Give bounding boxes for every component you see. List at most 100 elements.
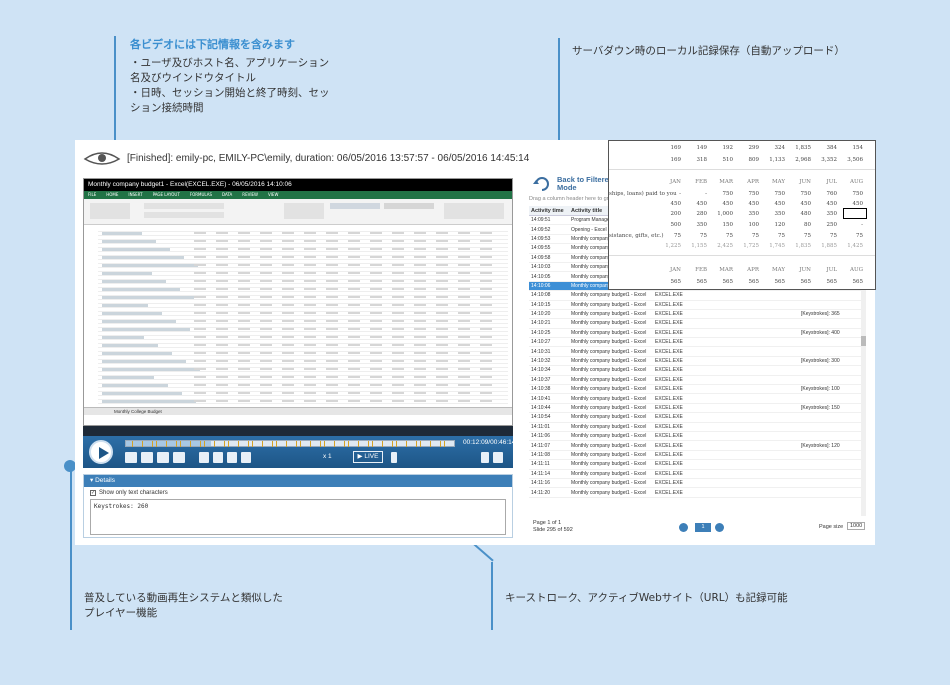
timeline-marker: [396, 441, 397, 447]
page-size-select[interactable]: 1000: [847, 522, 866, 530]
fit-screen-icon[interactable]: [213, 452, 223, 463]
sheet-number-cell: [216, 296, 228, 298]
current-page[interactable]: 1: [695, 523, 711, 532]
column-activity-time[interactable]: Activity time: [529, 208, 571, 214]
step-forward-icon[interactable]: [157, 452, 169, 463]
zoom-icon[interactable]: [199, 452, 209, 463]
next-page-button[interactable]: [715, 523, 724, 532]
grid-icon[interactable]: [227, 452, 237, 463]
selected-cell[interactable]: [843, 208, 867, 219]
table-row[interactable]: 14:10:34 Monthly company budget1 - Excel E…: [529, 366, 863, 376]
sheet-number-cell: [480, 280, 492, 282]
sheet-number-cell: [458, 392, 470, 394]
table-row[interactable]: 14:10:31 Monthly company budget1 - Excel E…: [529, 347, 863, 357]
sheet-number-cell: [260, 320, 272, 322]
zoom-cell: FEB: [695, 179, 707, 185]
sheet-number-cell: [480, 312, 492, 314]
annotation-line: 名及びウインドウタイトル: [130, 72, 256, 84]
speed-label[interactable]: x 1: [323, 453, 332, 460]
zoom-cell: 500: [670, 222, 682, 228]
table-row[interactable]: 14:10:54 Monthly company budget1 - Excel E…: [529, 413, 863, 423]
table-row[interactable]: 14:11:08 Monthly company budget1 - Excel E…: [529, 451, 863, 461]
zoom-cell: JUN: [799, 179, 811, 185]
table-row[interactable]: 14:10:32 Monthly company budget1 - Excel E…: [529, 357, 863, 367]
sheet-number-cell: [392, 344, 404, 346]
sheet-number-cell: [414, 376, 426, 378]
zoom-cell: 750: [852, 191, 864, 197]
fullscreen-icon[interactable]: [493, 452, 503, 463]
sheet-number-cell: [238, 400, 250, 402]
sheet-number-cell: [326, 336, 338, 338]
table-row[interactable]: 14:10:27 Monthly company budget1 - Excel E…: [529, 338, 863, 348]
sheet-number-cell: [194, 392, 206, 394]
keystroke-output[interactable]: Keystrokes: 260: [90, 499, 506, 535]
sheet-number-cell: [392, 336, 404, 338]
sheet-number-cell: [458, 240, 470, 242]
sheet-number-cell: [282, 360, 294, 362]
sheet-number-cell: [260, 312, 272, 314]
table-row[interactable]: 14:11:11 Monthly company budget1 - Excel E…: [529, 460, 863, 470]
timeline-marker: [286, 441, 287, 447]
sheet-number-cell: [480, 264, 492, 266]
table-row[interactable]: 14:10:38 Monthly company budget1 - Excel E…: [529, 385, 863, 395]
video-frame[interactable]: Monthly company budget1 - Excel(EXCEL.EX…: [83, 178, 513, 426]
sheet-number-cell: [282, 280, 294, 282]
cell-app: EXCEL.EXE: [655, 339, 683, 346]
sheet-number-cell: [282, 296, 294, 298]
cell-app: EXCEL.EXE: [655, 461, 683, 468]
sheet-number-cell: [260, 336, 272, 338]
table-row[interactable]: 14:10:20 Monthly company budget1 - Excel E…: [529, 310, 863, 320]
zoom-cell: 750: [748, 191, 760, 197]
sheet-number-cell: [458, 320, 470, 322]
lock-icon[interactable]: [391, 452, 397, 463]
table-row[interactable]: 14:11:06 Monthly company budget1 - Excel E…: [529, 432, 863, 442]
sheet-number-cell: [238, 288, 250, 290]
table-row[interactable]: 14:11:07 Monthly company budget1 - Excel E…: [529, 441, 863, 451]
table-row[interactable]: 14:10:21 Monthly company budget1 - Excel E…: [529, 319, 863, 329]
timeline-track[interactable]: [125, 440, 455, 447]
timeline-progress: [126, 441, 212, 446]
table-row[interactable]: 14:11:01 Monthly company budget1 - Excel E…: [529, 423, 863, 432]
sheet-number-cell: [392, 264, 404, 266]
live-button[interactable]: ▶ LIVE: [353, 451, 383, 463]
table-row[interactable]: 14:10:08 Monthly company budget1 - Excel E…: [529, 291, 863, 301]
cell-title: Monthly company budget1 - Excel: [571, 414, 647, 421]
sheet-tab: Monthly College Budget: [114, 409, 162, 414]
sheet-number-cell: [326, 256, 338, 258]
sheet-number-cell: [260, 288, 272, 290]
timeline-marker: [200, 441, 201, 447]
sheet-gridline: [98, 355, 508, 356]
table-row[interactable]: 14:10:15 Monthly company budget1 - Excel E…: [529, 301, 863, 310]
screenshot-icon[interactable]: [241, 452, 251, 463]
text-only-toggle[interactable]: ✓ Show only text characters: [84, 487, 512, 499]
zoom-cell: 1,885: [821, 243, 837, 249]
sheet-number-cell: [458, 272, 470, 274]
sheet-number-cell: [194, 320, 206, 322]
details-header[interactable]: ▾ Details: [84, 475, 512, 487]
play-button[interactable]: [89, 440, 113, 464]
table-row[interactable]: 14:10:41 Monthly company budget1 - Excel E…: [529, 394, 863, 404]
zoom-cell: 75: [752, 233, 759, 239]
sheet-number-cell: [326, 376, 338, 378]
sheet-number-cell: [436, 256, 448, 258]
zoom-cell: MAY: [771, 179, 785, 185]
table-row[interactable]: 14:10:37 Monthly company budget1 - Excel E…: [529, 376, 863, 386]
prev-page-button[interactable]: [679, 523, 688, 532]
table-row[interactable]: 14:11:20 Monthly company budget1 - Excel E…: [529, 488, 863, 498]
sheet-number-cell: [260, 256, 272, 258]
table-row[interactable]: 14:10:25 Monthly company budget1 - Excel E…: [529, 329, 863, 339]
annotation-line: 普及している動画再生システムと類似した: [84, 592, 283, 604]
scroll-thumb[interactable]: [861, 336, 866, 346]
sheet-number-cell: [194, 272, 206, 274]
step-back-icon[interactable]: [141, 452, 153, 463]
text-only-checkbox[interactable]: ✓: [90, 490, 96, 496]
table-row[interactable]: 14:11:14 Monthly company budget1 - Excel E…: [529, 470, 863, 479]
skip-forward-icon[interactable]: [173, 452, 185, 463]
table-row[interactable]: 14:10:44 Monthly company budget1 - Excel E…: [529, 404, 863, 414]
skip-back-icon[interactable]: [125, 452, 137, 463]
table-row[interactable]: 14:11:16 Monthly company budget1 - Excel E…: [529, 479, 863, 489]
settings-icon[interactable]: [481, 452, 489, 463]
sheet-number-cell: [238, 312, 250, 314]
timeline-marker: [358, 441, 359, 447]
zoom-cell: 280: [696, 211, 708, 217]
